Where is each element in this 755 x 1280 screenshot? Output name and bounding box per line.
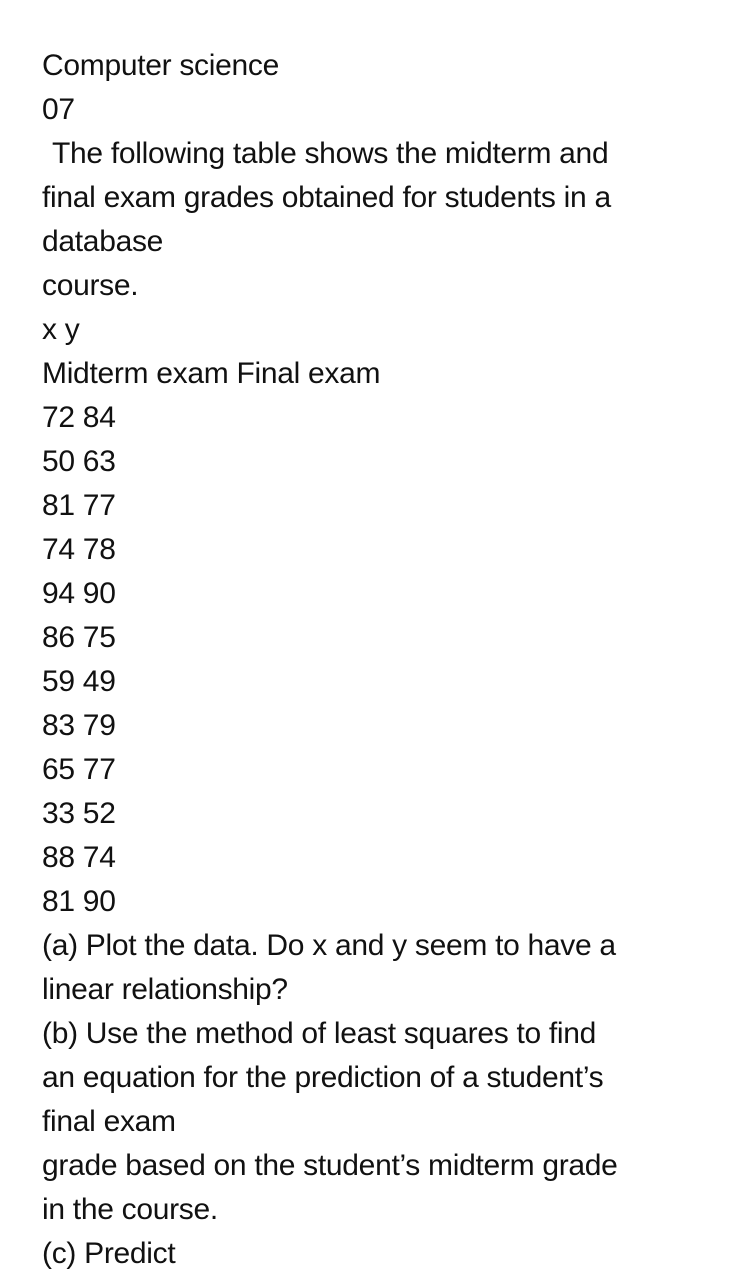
table-row: 86 75 bbox=[42, 621, 116, 654]
table-row: 94 90 bbox=[42, 577, 116, 610]
table-row: 81 90 bbox=[42, 885, 116, 918]
question-part-b-cont: grade based on the student’s midterm gra… bbox=[42, 1149, 618, 1182]
table-variable-header: x y bbox=[42, 313, 80, 346]
question-part-b-cont: an equation for the prediction of a stud… bbox=[42, 1061, 604, 1094]
table-row: 59 49 bbox=[42, 665, 116, 698]
table-row: 81 77 bbox=[42, 489, 116, 522]
table-row: 65 77 bbox=[42, 753, 116, 786]
document-title: Computer science bbox=[42, 49, 279, 82]
table-row: 83 79 bbox=[42, 709, 116, 742]
question-part-c: (c) Predict bbox=[42, 1237, 176, 1270]
table-row: 88 74 bbox=[42, 841, 116, 874]
intro-line: course. bbox=[42, 269, 139, 302]
table-row: 50 63 bbox=[42, 445, 116, 478]
table-row: 72 84 bbox=[42, 401, 116, 434]
question-part-b-cont: final exam bbox=[42, 1105, 176, 1138]
question-number: 07 bbox=[42, 93, 75, 126]
question-part-b-cont: in the course. bbox=[42, 1193, 218, 1226]
question-part-a: (a) Plot the data. Do x and y seem to ha… bbox=[42, 929, 616, 962]
intro-line: database bbox=[42, 225, 164, 258]
table-row: 74 78 bbox=[42, 533, 116, 566]
intro-line: The following table shows the midterm an… bbox=[52, 137, 609, 170]
intro-line: final exam grades obtained for students … bbox=[42, 181, 611, 214]
table-column-header: Midterm exam Final exam bbox=[42, 357, 381, 390]
table-row: 33 52 bbox=[42, 797, 116, 830]
question-part-a-cont: linear relationship? bbox=[42, 973, 288, 1006]
document-body: Computer science 07 The following table … bbox=[42, 44, 722, 1276]
question-part-b: (b) Use the method of least squares to f… bbox=[42, 1017, 597, 1050]
